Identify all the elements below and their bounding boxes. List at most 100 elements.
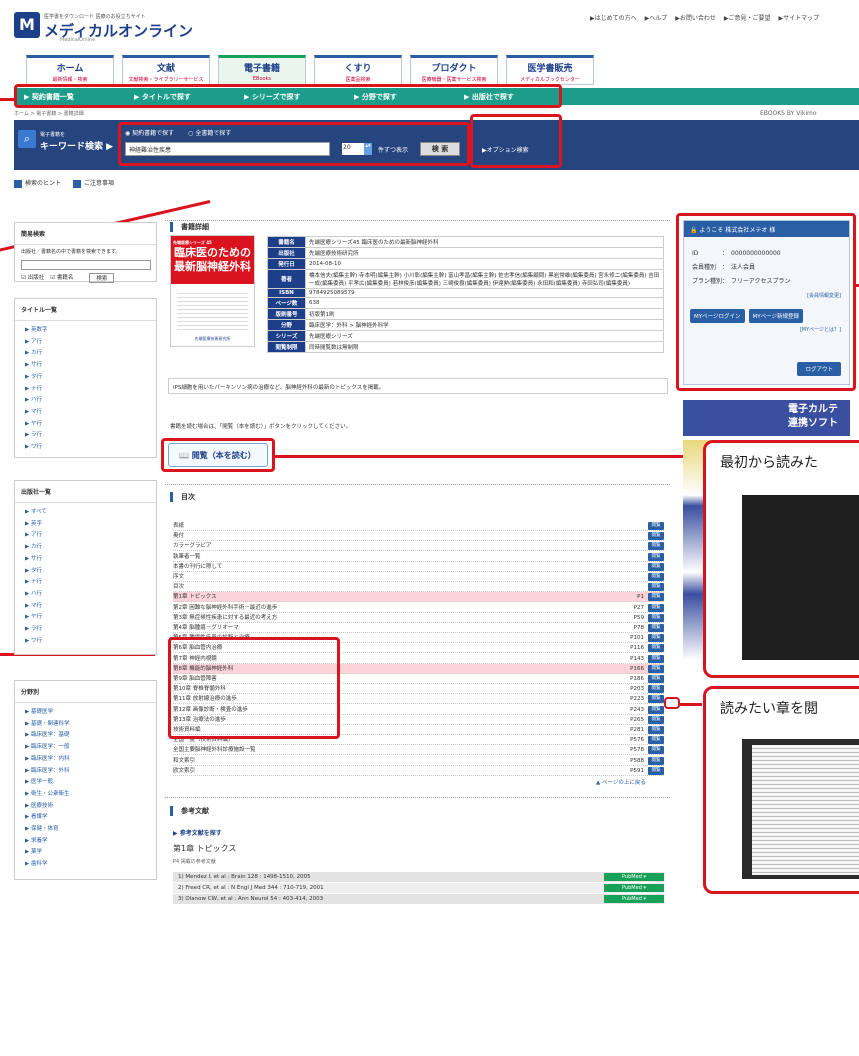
pubmed-button[interactable]: PubMed ▾ [604, 873, 664, 881]
chk-publisher[interactable]: ☑ 出版社 [21, 273, 44, 283]
toc-row-page: P186 [630, 676, 644, 682]
notice-link[interactable]: ご注意事項 [73, 178, 114, 188]
simple-search-input[interactable] [21, 260, 151, 270]
publisher-item[interactable]: ▶ タ行 [15, 566, 156, 578]
toc-view-button[interactable]: 閲覧 [648, 552, 664, 561]
toc-view-button[interactable]: 閲覧 [648, 675, 664, 683]
id-label: ID [692, 250, 699, 257]
toc-view-button[interactable]: 閲覧 [648, 736, 664, 745]
title-item[interactable]: ▶ カ行 [15, 348, 156, 360]
toc-row-title: 表紙 [173, 523, 185, 529]
publisher-item[interactable]: ▶ マ行 [15, 601, 156, 613]
toc-view-button[interactable]: 閲覧 [648, 726, 664, 734]
toc-view-button[interactable]: 閲覧 [648, 522, 664, 530]
field-item[interactable]: ▶ 基礎・関連科学 [15, 719, 156, 731]
publisher-item[interactable]: ▶ すべて [15, 507, 156, 519]
publisher-item[interactable]: ▶ ラ行 [15, 624, 156, 636]
simple-search-button[interactable]: 検索 [89, 273, 115, 283]
field-item[interactable]: ▶ 保健・体育 [15, 824, 156, 836]
toc-view-button[interactable]: 閲覧 [648, 766, 664, 775]
field-item[interactable]: ▶ 薬学 [15, 847, 156, 859]
toc-view-button[interactable]: 閲覧 [648, 532, 664, 541]
toc-view-button[interactable]: 閲覧 [648, 573, 664, 581]
title-item[interactable]: ▶ ヤ行 [15, 419, 156, 431]
title-item[interactable]: ▶ ワ行 [15, 442, 156, 454]
publisher-item[interactable]: ▶ ワ行 [15, 636, 156, 648]
toc-row-title: 本書の刊行に際して [173, 563, 223, 570]
pubmed-button[interactable]: PubMed ▾ [604, 895, 664, 903]
field-item[interactable]: ▶ 医療技術 [15, 801, 156, 813]
top-links: ▶はじめての方へ ▶ヘルプ ▶お問い合わせ ▶ご意見・ご要望 ▶サイトマップ [590, 13, 819, 22]
toc-view-button[interactable]: 閲覧 [648, 603, 664, 612]
mypage-about-link[interactable]: [MYページとは？] [684, 323, 849, 336]
chk-title[interactable]: ☑ 書籍名 [50, 273, 73, 283]
title-item[interactable]: ▶ マ行 [15, 407, 156, 419]
tab-home[interactable]: ホーム 最新情報・検索 [26, 55, 114, 85]
toc-view-button[interactable]: 閲覧 [648, 583, 664, 592]
field-item[interactable]: ▶ 医学一般 [15, 777, 156, 789]
toc-view-button[interactable]: 閲覧 [648, 644, 664, 653]
tab-ebooks[interactable]: 電子書籍 EBooks [218, 55, 306, 85]
field-item[interactable]: ▶ 看護学 [15, 812, 156, 824]
title-item[interactable]: ▶ ナ行 [15, 384, 156, 396]
toc-view-button[interactable]: 閲覧 [648, 542, 664, 551]
toc-view-button[interactable]: 閲覧 [648, 746, 664, 755]
field-item[interactable]: ▶ 臨床医学：一般 [15, 742, 156, 754]
tab-literature[interactable]: 文献 文献検索・ライブラリーサービス [122, 55, 210, 85]
field-item[interactable]: ▶ 臨床医学：基礎 [15, 730, 156, 742]
toc-view-button[interactable]: 閲覧 [648, 756, 664, 765]
title-item[interactable]: ▶ 英数字 [15, 325, 156, 337]
field-item[interactable]: ▶ 基礎医学 [15, 707, 156, 719]
toc-view-button[interactable]: 閲覧 [648, 715, 664, 724]
toc-view-button[interactable]: 閲覧 [648, 613, 664, 622]
title-item[interactable]: ▶ ラ行 [15, 430, 156, 442]
title-item[interactable]: ▶ ハ行 [15, 395, 156, 407]
link-help[interactable]: ▶ヘルプ [645, 13, 668, 22]
ref-text: 1) Mendez I, et al : Brain 128 : 1498-15… [178, 874, 311, 880]
publisher-item[interactable]: ▶ ナ行 [15, 577, 156, 589]
toc-view-button[interactable]: 閲覧 [648, 685, 664, 694]
tab-bookstore[interactable]: 医学書販売 メディカルブックセンター [506, 55, 594, 85]
link-first-time[interactable]: ▶はじめての方へ [590, 13, 637, 22]
toc-view-button[interactable]: 閲覧 [648, 695, 664, 704]
toc-view-button[interactable]: 閲覧 [648, 624, 664, 632]
publisher-item[interactable]: ▶ ヤ行 [15, 612, 156, 624]
publisher-item[interactable]: ▶ カ行 [15, 542, 156, 554]
link-feedback[interactable]: ▶ご意見・ご要望 [724, 13, 771, 22]
field-item[interactable]: ▶ 臨床医学：内科 [15, 754, 156, 766]
tab-drugs[interactable]: くすり 医薬品検索 [314, 55, 402, 85]
back-to-top-link[interactable]: ▲ ページの上に戻る [596, 778, 646, 786]
field-item[interactable]: ▶ 臨床医学：外科 [15, 766, 156, 778]
publisher-item[interactable]: ▶ ア行 [15, 530, 156, 542]
member-info-change-link[interactable]: [会員情報変更] [692, 289, 841, 303]
toc-view-button[interactable]: 閲覧 [648, 593, 664, 602]
publisher-item[interactable]: ▶ ハ行 [15, 589, 156, 601]
logo-icon[interactable]: M [14, 12, 40, 38]
field-item[interactable]: ▶ 歯科学 [15, 859, 156, 871]
pubmed-button[interactable]: PubMed ▾ [604, 884, 664, 892]
mypage-login-button[interactable]: MYページログイン [690, 309, 745, 323]
toc-view-button[interactable]: 閲覧 [648, 654, 664, 663]
link-sitemap[interactable]: ▶サイトマップ [779, 13, 820, 22]
refs-search-link[interactable]: ▶ 参考文献を探す [173, 828, 222, 837]
logout-button[interactable]: ログアウト [797, 362, 841, 376]
toc-view-button[interactable]: 閲覧 [648, 634, 664, 643]
toc-row: 執筆者一覧 閲覧 [173, 552, 664, 562]
publisher-item[interactable]: ▶ サ行 [15, 554, 156, 566]
publisher-item[interactable]: ▶ 英字 [15, 519, 156, 531]
mypage-register-button[interactable]: MYページ新規登録 [748, 309, 803, 323]
tab-products[interactable]: プロダクト 医療機器・医薬サービス検索 [410, 55, 498, 85]
toc-view-button[interactable]: 閲覧 [648, 705, 664, 714]
field-item[interactable]: ▶ 衛生・公衆衛生 [15, 789, 156, 801]
link-contact[interactable]: ▶お問い合わせ [675, 13, 716, 22]
title-item[interactable]: ▶ タ行 [15, 372, 156, 384]
field-item[interactable]: ▶ 栄養学 [15, 836, 156, 848]
detail-row: 著者 橋本信夫(編集主幹) 寺本明(編集主幹) 小川彰(編集主幹) 富山孝昌(編集… [267, 269, 664, 289]
hint-link[interactable]: 検索のヒント [14, 178, 61, 188]
title-item[interactable]: ▶ ア行 [15, 337, 156, 349]
ad-emr-banner[interactable]: 電子カルテ 連携ソフト [683, 400, 850, 436]
toc-view-button[interactable]: 閲覧 [648, 664, 664, 673]
search-label-small: 電子書籍を [40, 132, 66, 138]
title-item[interactable]: ▶ サ行 [15, 360, 156, 372]
toc-view-button[interactable]: 閲覧 [648, 562, 664, 571]
